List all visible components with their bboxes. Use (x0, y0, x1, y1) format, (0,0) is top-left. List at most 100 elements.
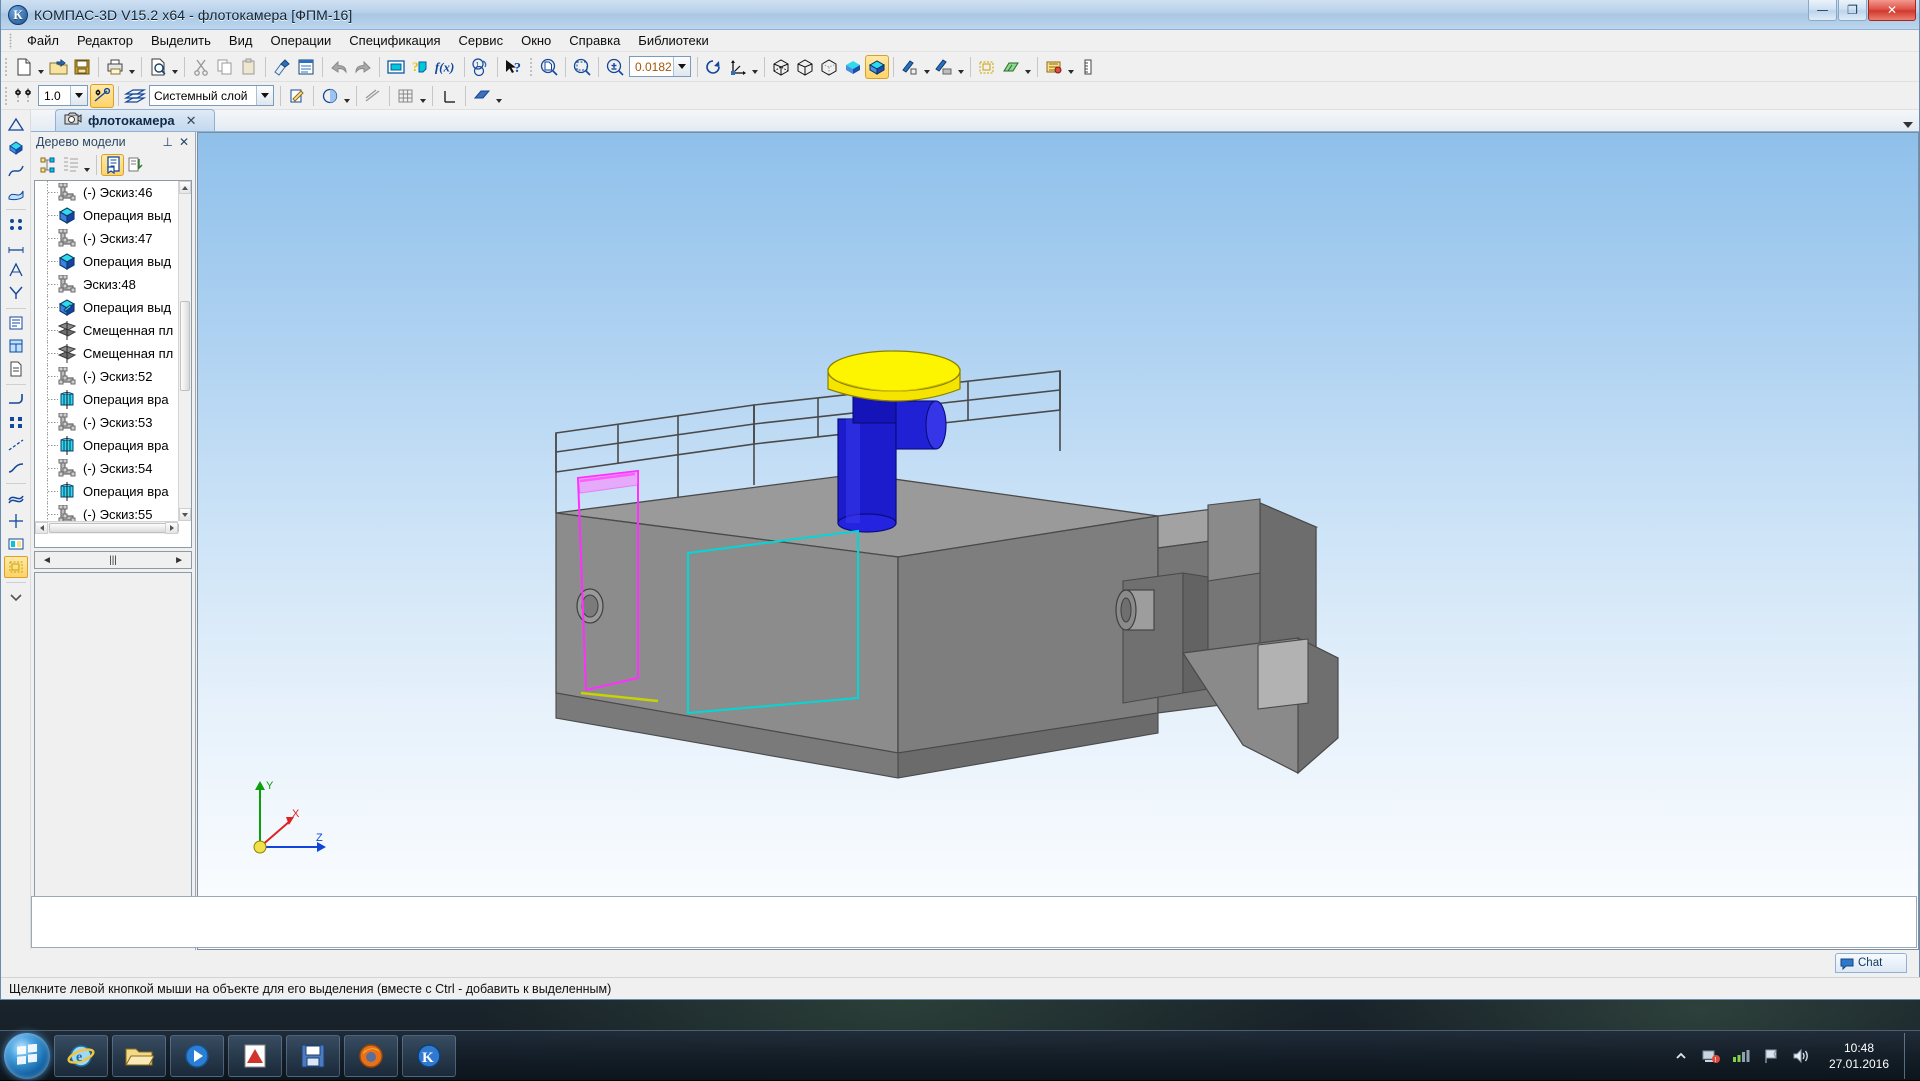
taskbar-explorer[interactable] (112, 1035, 166, 1077)
local-coordinate-system-button[interactable] (437, 84, 461, 108)
tree-item-12[interactable]: (-) Эскиз:54 (35, 457, 178, 480)
shaded-button[interactable] (841, 55, 865, 79)
maximize-button[interactable]: ❐ (1838, 0, 1867, 21)
surfaces-group-button[interactable] (4, 487, 28, 509)
grid-toggle-dropdown[interactable] (418, 84, 428, 108)
undo-button[interactable] (327, 55, 351, 79)
redo-button[interactable] (351, 55, 375, 79)
properties-button[interactable] (294, 55, 318, 79)
taskbar-media-player[interactable] (170, 1035, 224, 1077)
zoom-in-out-button[interactable] (603, 55, 627, 79)
tray-network-icon[interactable] (1730, 1045, 1752, 1067)
section-dropdown[interactable] (956, 55, 966, 79)
designation-button[interactable] (4, 259, 28, 281)
measure-distance-button[interactable] (361, 84, 385, 108)
menu-operations[interactable]: Операции (261, 31, 340, 50)
perspective-button[interactable] (898, 55, 922, 79)
print-preview-dropdown[interactable] (170, 55, 180, 79)
copy-button[interactable] (213, 55, 237, 79)
spatial-curve-button[interactable] (4, 160, 28, 182)
zoom-level-combo[interactable]: 0.0182 (629, 56, 691, 77)
specification-3d-button[interactable] (4, 335, 28, 357)
tree-item-0[interactable]: (-) Эскиз:46 (35, 181, 178, 204)
curve-tools-button[interactable] (4, 457, 28, 479)
tray-action-center-flag-icon[interactable] (1760, 1045, 1782, 1067)
close-button[interactable]: ✕ (1868, 0, 1916, 21)
filter-button[interactable] (4, 312, 28, 334)
chat-widget[interactable]: Chat (1835, 953, 1907, 973)
wireframe-button[interactable] (769, 55, 793, 79)
zoom-fit-button[interactable] (537, 55, 561, 79)
format-painter-button[interactable] (270, 55, 294, 79)
orientation-dropdown[interactable] (750, 55, 760, 79)
paste-button[interactable] (237, 55, 261, 79)
new-document-button[interactable] (12, 55, 36, 79)
taskbar-firefox[interactable] (344, 1035, 398, 1077)
axis-tools-button[interactable] (4, 510, 28, 532)
tree-item-14[interactable]: (-) Эскиз:55 (35, 503, 178, 521)
surface-button[interactable] (4, 183, 28, 205)
orientation-button[interactable] (726, 55, 750, 79)
3d-viewport[interactable]: Y Z X (197, 132, 1919, 950)
tree-item-3[interactable]: Операция выд (35, 250, 178, 273)
tree-structure-button[interactable] (36, 154, 59, 176)
model-tree-horizontal-scrollbar[interactable] (35, 521, 178, 534)
show-desktop-button[interactable] (1904, 1033, 1914, 1079)
zoom-window-button[interactable] (570, 55, 594, 79)
tabstrip-overflow-chevron-down-icon[interactable] (1903, 122, 1913, 128)
menu-editor[interactable]: Редактор (68, 31, 142, 50)
taskbar-clock[interactable]: 10:48 27.01.2016 (1822, 1040, 1896, 1072)
vertical-scroll-thumb[interactable] (180, 301, 190, 391)
tree-filter-button[interactable] (59, 154, 82, 176)
menu-window[interactable]: Окно (512, 31, 560, 50)
plane-display-button[interactable] (999, 55, 1023, 79)
hidden-lines-off-button[interactable] (793, 55, 817, 79)
scroll-right-arrow[interactable] (165, 522, 178, 534)
taskbar-save-app[interactable] (286, 1035, 340, 1077)
tree-item-11[interactable]: Операция вра (35, 434, 178, 457)
start-orb-icon[interactable] (4, 1033, 50, 1079)
tree-item-13[interactable]: Операция вра (35, 480, 178, 503)
open-document-button[interactable] (46, 55, 70, 79)
grid-toggle-button[interactable] (394, 84, 418, 108)
auxiliary-geometry-button[interactable] (4, 434, 28, 456)
menu-libraries[interactable]: Библиотеки (629, 31, 717, 50)
tree-nav-next[interactable]: ► (169, 555, 189, 566)
expression-button[interactable]: f(x) (432, 55, 460, 79)
print-preview-button[interactable] (146, 55, 170, 79)
horizontal-scroll-thumb[interactable] (49, 523, 179, 533)
geometry-tool-button[interactable] (4, 114, 28, 136)
menu-help[interactable]: Справка (560, 31, 629, 50)
tree-item-1[interactable]: Операция выд (35, 204, 178, 227)
edit-sketch-button[interactable] (285, 84, 309, 108)
sheet-metal-button[interactable] (4, 388, 28, 410)
tray-show-hidden-chevron-up-icon[interactable] (1670, 1045, 1692, 1067)
tree-item-8[interactable]: (-) Эскиз:52 (35, 365, 178, 388)
tree-item-5[interactable]: Операция выд (35, 296, 178, 319)
menu-select[interactable]: Выделить (142, 31, 220, 50)
taskbar-kompas[interactable]: K (402, 1035, 456, 1077)
local-cs-rail-button[interactable] (4, 556, 28, 578)
shaded-with-edges-button[interactable] (865, 55, 889, 79)
tree-item-9[interactable]: Операция вра (35, 388, 178, 411)
pin-icon[interactable]: ⊥ (159, 135, 175, 149)
element-3d-button[interactable] (4, 137, 28, 159)
menubar-grip[interactable] (9, 33, 12, 49)
more-tools-button[interactable] (4, 586, 28, 608)
variables-button[interactable]: ? (408, 55, 432, 79)
section-button[interactable] (932, 55, 956, 79)
render-mode-dropdown[interactable] (494, 84, 504, 108)
tree-show-button[interactable] (101, 154, 124, 176)
mass-properties-button[interactable] (318, 84, 342, 108)
tree-item-4[interactable]: Эскиз:48 (35, 273, 178, 296)
tree-item-2[interactable]: (-) Эскиз:47 (35, 227, 178, 250)
tree-item-6[interactable]: Смещенная пл (35, 319, 178, 342)
line-scale-dropdown-arrow[interactable] (70, 86, 87, 105)
menu-file[interactable]: Файл (18, 31, 68, 50)
toolbar-grip[interactable] (4, 57, 8, 77)
dimension-button[interactable] (4, 236, 28, 258)
measure-button[interactable]: 1 (469, 55, 493, 79)
print-dropdown[interactable] (127, 55, 137, 79)
layers-manager-button[interactable] (123, 84, 147, 108)
library-tools-button[interactable] (4, 533, 28, 555)
